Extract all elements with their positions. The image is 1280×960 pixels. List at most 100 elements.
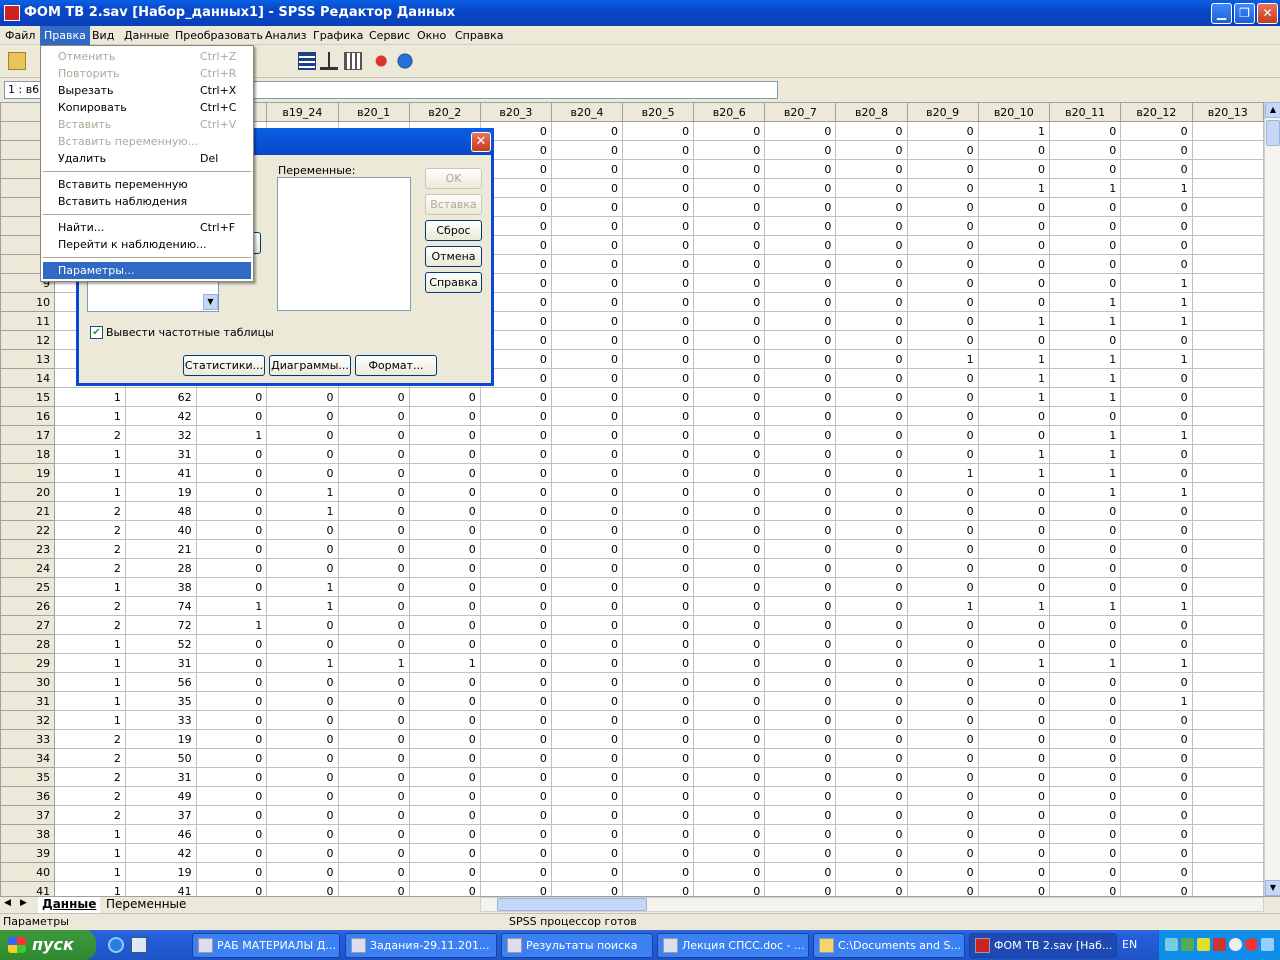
data-cell[interactable]: 0 [1120, 216, 1193, 236]
data-cell[interactable]: 1 [1048, 425, 1122, 445]
menu-item-options[interactable]: Параметры... [43, 262, 251, 279]
data-cell[interactable]: 1 [1120, 482, 1193, 502]
data-cell[interactable]: 0 [1120, 672, 1193, 692]
data-cell[interactable]: 0 [550, 729, 624, 749]
row-number[interactable]: 39 [0, 843, 56, 863]
data-cell[interactable]: 0 [835, 406, 908, 426]
data-cell[interactable]: 1 [1120, 292, 1193, 312]
data-cell[interactable]: 0 [906, 235, 979, 255]
data-cell[interactable]: 0 [195, 444, 268, 464]
data-cell[interactable]: 0 [906, 501, 979, 521]
taskbar-item-word-3[interactable]: Лекция СПСС.doc - ... [657, 933, 809, 958]
data-cell[interactable]: 0 [1048, 615, 1122, 635]
data-cell[interactable]: 0 [764, 463, 837, 483]
data-cell[interactable]: 0 [906, 254, 979, 274]
data-cell[interactable]: 0 [337, 691, 410, 711]
language-indicator[interactable]: EN [1122, 938, 1137, 951]
row-number[interactable]: 10 [0, 292, 56, 312]
row-number[interactable]: 34 [0, 748, 56, 768]
data-cell[interactable]: 0 [550, 520, 624, 540]
data-cell[interactable]: 49 [124, 786, 197, 806]
data-cell[interactable]: 0 [835, 577, 908, 597]
data-cell[interactable]: 2 [54, 748, 126, 768]
menu-item-go-to-case[interactable]: Перейти к наблюдению... [43, 236, 251, 253]
data-cell[interactable]: 0 [1048, 672, 1122, 692]
data-cell[interactable]: 0 [1120, 444, 1193, 464]
data-cell[interactable]: 0 [1120, 710, 1193, 730]
column-header[interactable]: в20_9 [906, 102, 979, 122]
data-cell[interactable]: 0 [479, 672, 552, 692]
data-cell[interactable]: 0 [337, 824, 410, 844]
row-number[interactable]: 27 [0, 615, 56, 635]
data-cell[interactable]: 1 [195, 425, 268, 445]
data-cell[interactable]: 0 [764, 824, 837, 844]
data-cell[interactable]: 0 [693, 691, 766, 711]
data-cell[interactable]: 0 [622, 672, 695, 692]
data-cell[interactable]: 0 [337, 387, 410, 407]
data-cell[interactable]: 0 [1048, 197, 1122, 217]
data-cell[interactable]: 0 [337, 767, 410, 787]
data-cell[interactable]: 1 [1120, 596, 1193, 616]
data-cell[interactable]: 0 [693, 634, 766, 654]
data-cell[interactable]: 0 [479, 748, 552, 768]
data-cell[interactable]: 40 [124, 520, 197, 540]
menu-item-undo[interactable]: Отменить Ctrl+Z [43, 48, 251, 65]
menu-item-paste-variable[interactable]: Вставить переменную... [43, 133, 251, 150]
data-cell[interactable]: 0 [550, 482, 624, 502]
data-cell[interactable]: 0 [550, 311, 624, 331]
data-cell[interactable]: 0 [906, 159, 979, 179]
data-cell[interactable]: 0 [550, 216, 624, 236]
row-number[interactable]: 26 [0, 596, 56, 616]
data-cell[interactable]: 0 [266, 805, 339, 825]
data-cell[interactable]: 35 [124, 691, 197, 711]
data-cell[interactable]: 0 [195, 577, 268, 597]
row-number[interactable]: 38 [0, 824, 56, 844]
data-cell[interactable]: 0 [764, 482, 837, 502]
data-cell[interactable]: 0 [408, 615, 481, 635]
data-cell[interactable]: 0 [977, 520, 1050, 540]
tab-next-icon[interactable]: ▶ [20, 898, 27, 908]
data-cell[interactable]: 1 [266, 482, 339, 502]
tab-prev-icon[interactable]: ◀ [4, 898, 11, 908]
data-cell[interactable]: 0 [622, 501, 695, 521]
data-cell[interactable]: 0 [1048, 577, 1122, 597]
data-cell[interactable]: 0 [408, 786, 481, 806]
data-cell[interactable]: 0 [977, 691, 1050, 711]
data-cell[interactable]: 1 [1120, 349, 1193, 369]
row-number[interactable]: 17 [0, 425, 56, 445]
data-cell[interactable]: 0 [693, 824, 766, 844]
data-cell[interactable]: 0 [408, 387, 481, 407]
data-cell[interactable]: 1 [1120, 273, 1193, 293]
data-cell[interactable]: 0 [1120, 387, 1193, 407]
data-cell[interactable]: 0 [337, 710, 410, 730]
menu-file[interactable]: Файл [5, 29, 35, 42]
data-cell[interactable]: 0 [195, 786, 268, 806]
data-cell[interactable]: 0 [906, 881, 979, 896]
data-cell[interactable] [1191, 824, 1264, 844]
list-scroll-down-icon[interactable]: ▼ [203, 294, 218, 310]
data-cell[interactable] [1191, 406, 1264, 426]
data-cell[interactable]: 0 [835, 254, 908, 274]
data-cell[interactable] [1191, 140, 1264, 160]
data-cell[interactable]: 1 [977, 463, 1050, 483]
data-cell[interactable] [1191, 539, 1264, 559]
data-cell[interactable]: 0 [1120, 159, 1193, 179]
data-cell[interactable]: 0 [408, 577, 481, 597]
data-cell[interactable]: 1 [977, 653, 1050, 673]
data-cell[interactable]: 0 [693, 197, 766, 217]
data-cell[interactable]: 0 [906, 615, 979, 635]
data-cell[interactable]: 0 [977, 615, 1050, 635]
data-cell[interactable]: 0 [693, 387, 766, 407]
data-cell[interactable]: 0 [977, 672, 1050, 692]
data-cell[interactable]: 0 [408, 425, 481, 445]
data-cell[interactable]: 1 [54, 444, 126, 464]
data-cell[interactable]: 0 [1120, 558, 1193, 578]
data-cell[interactable]: 0 [1120, 729, 1193, 749]
data-cell[interactable]: 0 [337, 672, 410, 692]
data-cell[interactable]: 0 [977, 425, 1050, 445]
column-header[interactable]: в20_5 [622, 102, 695, 122]
data-cell[interactable]: 0 [479, 387, 552, 407]
data-cell[interactable] [1191, 349, 1264, 369]
data-cell[interactable]: 0 [693, 786, 766, 806]
data-cell[interactable]: 0 [408, 710, 481, 730]
